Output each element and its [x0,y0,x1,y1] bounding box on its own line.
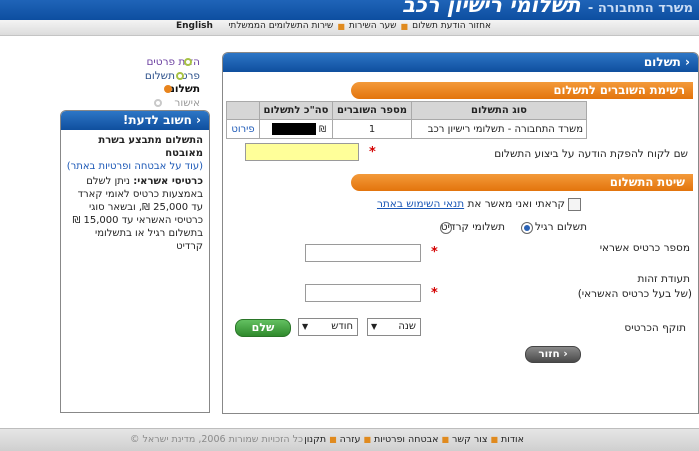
top-nav-links: אחזור הודעת תשלום ■ שער השירות ■ שירות ה… [228,21,491,31]
credit-cards-text: ניתן לשלם באמצעות כרטיס לאומי קארד עד 25… [72,176,203,252]
vouchers-table: סוג התשלום מספר השוברים סה"כ לתשלום משרד… [226,101,587,139]
separator-icon: ■ [337,21,345,31]
credit-cards-note: כרטיסי אשראי: ניתן לשלם באמצעות כרטיס לא… [65,175,203,253]
step-item: הזנת פרטים [120,56,200,70]
footer-link-terms[interactable]: תקנון [304,434,326,445]
back-button-label: חזור [538,348,560,360]
step-item: אישור [120,97,200,111]
back-button[interactable]: ‹ חזור [525,346,581,363]
radio-regular[interactable] [521,222,533,234]
separator-icon: ■ [490,435,499,444]
payment-panel-title: תשלום [643,55,681,69]
security-info-link[interactable]: (עוד על אבטחה ופרטיות באתר) [65,160,203,173]
month-select[interactable]: חודש ▼ [298,318,358,336]
banner-title-text: תשלומי רישיון רכב [402,0,581,17]
card-number-input[interactable] [305,244,421,262]
id-label: תעודת זהות [637,273,690,285]
card-number-label: מספר כרטיס אשראי [599,242,690,254]
copyright: כל הזכויות שמורות 2006, מדינת ישראל © [130,434,304,445]
step-done-icon [176,71,184,80]
nav-link-retrieve-notice[interactable]: אחזור הודעת תשלום [412,21,491,31]
separator-icon: ■ [400,21,409,31]
progress-steps: הזנת פרטים פרטי תשלום תשלום אישור [120,56,200,110]
payment-panel: ‹ תשלום רשימת השוברים לתשלום סוג התשלום … [222,52,699,414]
secure-server-title: התשלום מתבצע בשרת מאובטח [98,135,203,159]
payment-panel-header: ‹ תשלום [223,53,698,72]
required-asterisk: * [369,145,376,160]
step-current-icon [164,85,172,93]
col-total: סה"כ לתשלום [259,101,333,120]
dropdown-arrow-icon: ▼ [371,322,378,331]
top-banner: משרד התחבורה - תשלומי רישיון רכב [0,0,699,20]
footer-link-help[interactable]: עזרה [340,434,361,445]
vouchers-section-title: רשימת השוברים לתשלום [553,83,685,97]
id-number-input[interactable] [305,284,421,302]
step-item: תשלום [120,83,200,97]
separator-icon: ■ [329,435,337,444]
separator-icon: ■ [363,435,372,444]
footer: אודות ■ צור קשר ■ אבטחה ופרטיות ■ עזרה ■… [0,428,699,451]
shekel-symbol: ₪ [318,125,326,135]
footer-link-privacy[interactable]: אבטחה ופרטיות [374,434,438,445]
footer-links: אודות ■ צור קשר ■ אבטחה ופרטיות ■ עזרה ■… [304,434,524,445]
terms-link[interactable]: תנאי השימוש באתר [377,198,464,210]
vouchers-section-header: רשימת השוברים לתשלום [351,82,693,99]
year-select[interactable]: שנה ▼ [367,318,421,336]
step-label: תשלום [167,83,200,95]
cell-total: ₪ [259,119,333,139]
year-select-value: שנה [398,321,416,332]
chevron-left-icon: ‹ [685,55,690,69]
chevron-left-icon: ‹ [563,348,568,360]
separator-icon: ■ [441,435,450,444]
terms-row: קראתי ואני מאשר את תנאי השימוש באתר [377,198,565,210]
details-link[interactable]: פירוט [231,124,254,135]
radio-regular-label: תשלום רגיל [534,221,587,233]
footer-link-about[interactable]: אודות [501,434,524,445]
id-label-sub: (של בעל כרטיס האשראי) [577,288,692,300]
chevron-left-icon: ‹ [196,113,201,127]
notice-name-input[interactable] [245,143,359,161]
table-header-row: סוג התשלום מספר השוברים סה"כ לתשלום [226,101,587,120]
cell-voucher-count: 1 [332,119,412,139]
top-nav: אחזור הודעת תשלום ■ שער השירות ■ שירות ה… [0,20,699,36]
terms-prefix: קראתי ואני מאשר את [467,198,565,210]
col-payment-type: סוג התשלום [411,101,587,120]
dropdown-arrow-icon: ▼ [302,322,309,331]
pay-button[interactable]: שלם [235,319,291,337]
required-asterisk: * [431,286,438,301]
payment-method-section-header: שיטת התשלום [351,174,693,191]
english-link[interactable]: English [176,21,213,31]
col-details [226,101,260,120]
footer-link-contact[interactable]: צור קשר [452,434,487,445]
step-pending-icon [154,98,162,107]
nav-link-service-gate[interactable]: שער השירות [349,21,397,31]
secure-server-note: התשלום מתבצע בשרת מאובטח (עוד על אבטחה ו… [65,134,203,173]
payment-method-section-title: שיטת התשלום [609,175,685,189]
cell-payment-type: משרד התחבורה - תשלומי רישיון רכב [411,119,587,139]
info-panel-title: חשוב לדעת! [122,113,192,127]
terms-checkbox[interactable] [568,198,581,211]
table-row: משרד התחבורה - תשלומי רישיון רכב 1 ₪ פיר… [226,119,587,139]
step-item: פרטי תשלום [120,70,200,84]
radio-credit-label: תשלומי קרדיט [440,221,505,233]
notice-name-label: שם לקוח להפקת הודעה על ביצוע התשלום [494,148,688,160]
expiry-label: תוקף הכרטיס [624,322,686,334]
col-voucher-count: מספר השוברים [332,101,412,120]
step-done-icon [184,58,192,66]
required-asterisk: * [431,245,438,260]
credit-cards-title: כרטיסי אשראי: [133,176,203,187]
redacted-amount [271,123,316,135]
step-label: פרטי תשלום [144,69,200,82]
nav-link-gov-payments[interactable]: שירות התשלומים הממשלתי [228,21,333,31]
step-label: אישור [174,96,200,109]
month-select-value: חודש [331,321,353,332]
cell-details: פירוט [226,119,260,139]
banner-title: משרד התחבורה - תשלומי רישיון רכב [402,0,693,17]
info-panel: ‹ חשוב לדעת! התשלום מתבצע בשרת מאובטח (ע… [60,110,210,413]
info-panel-header: ‹ חשוב לדעת! [61,111,209,130]
banner-prefix: משרד התחבורה - [587,1,693,16]
